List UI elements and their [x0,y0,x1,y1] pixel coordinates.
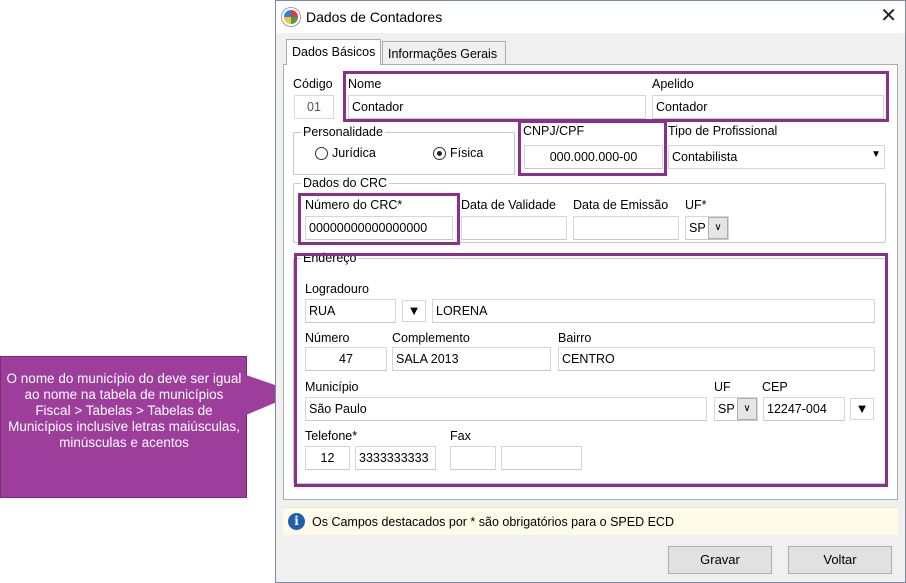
tab-panel: Código 01 Nome Contador Apelido Contador… [283,64,898,500]
telefone-ddd-input[interactable]: 12 [305,446,350,470]
data-emissao-input[interactable] [573,216,679,240]
crc-uf-value: SP [689,221,706,235]
cep-label: CEP [762,380,788,394]
cep-input[interactable]: 12247-004 [763,397,845,421]
close-icon[interactable]: ✕ [880,5,897,27]
dialog-window: Dados de Contadores ✕ Dados Básicos Info… [275,0,906,583]
apelido-input[interactable]: Contador [652,95,884,119]
app-icon [282,8,300,26]
tipo-profissional-value: Contabilista [672,150,738,164]
nome-input[interactable]: Contador [348,95,646,119]
municipio-input[interactable]: São Paulo [305,397,707,421]
endereco-uf-label: UF [714,380,731,394]
personalidade-label: Personalidade [301,125,385,139]
endereco-uf-value: SP [718,402,735,416]
telefone-label: Telefone* [305,429,358,443]
chevron-down-icon[interactable]: ∨ [708,217,728,239]
crc-numero-label: Número do CRC* [305,198,403,212]
chevron-down-icon[interactable]: ▼ [850,398,874,420]
crc-numero-input[interactable]: 00000000000000000 [305,216,453,240]
chevron-down-icon[interactable]: ∨ [737,398,757,420]
title-bar: Dados de Contadores ✕ [276,1,905,33]
codigo-field: 01 [294,95,334,119]
tipo-profissional-label: Tipo de Profissional [668,124,778,138]
nome-label: Nome [348,77,382,91]
fax-numero-input[interactable] [501,446,582,470]
fax-label: Fax [450,429,471,443]
fax-ddd-input[interactable] [450,446,496,470]
logradouro-tipo-input[interactable]: RUA [305,299,396,323]
tab-dados-basicos[interactable]: Dados Básicos [286,39,381,65]
crc-group-label: Dados do CRC [301,176,390,190]
fisica-label: Física [450,146,484,160]
annotation-callout: O nome do município do deve ser igual ao… [0,356,247,498]
info-text: Os Campos destacados por * são obrigatór… [312,515,674,529]
complemento-label: Complemento [392,331,470,345]
gravar-button[interactable]: Gravar [668,546,772,574]
logradouro-label: Logradouro [305,282,369,296]
info-bar: i Os Campos destacados por * são obrigat… [283,507,898,535]
telefone-numero-input[interactable]: 3333333333 [355,446,436,470]
apelido-label: Apelido [652,77,694,91]
window-title: Dados de Contadores [306,9,443,25]
juridica-label: Jurídica [332,146,376,160]
crc-uf-label: UF* [685,198,707,212]
radio-fisica[interactable] [433,147,446,160]
bairro-input[interactable]: CENTRO [558,347,875,371]
cnpj-input[interactable]: 000.000.000-00 [524,145,663,169]
tipo-profissional-select[interactable]: Contabilista ▼ [668,145,885,169]
complemento-input[interactable]: SALA 2013 [392,347,551,371]
radio-juridica[interactable] [315,147,328,160]
endereco-label: Endereço [301,251,359,265]
data-emissao-label: Data de Emissão [573,198,669,212]
logradouro-nome-input[interactable]: LORENA [432,299,875,323]
personalidade-group: Personalidade Jurídica Física [293,125,515,175]
tab-informacoes-gerais[interactable]: Informações Gerais [382,41,506,65]
annotation-text: O nome do município do deve ser igual ao… [6,371,242,450]
numero-label: Número [305,331,350,345]
voltar-button[interactable]: Voltar [788,546,892,574]
municipio-label: Município [305,380,359,394]
info-icon: i [288,513,305,530]
numero-input[interactable]: 47 [305,347,387,371]
voltar-label: Voltar [823,552,857,567]
gravar-label: Gravar [700,552,740,567]
bairro-label: Bairro [558,331,592,345]
chevron-down-icon: ▼ [871,149,881,160]
data-validade-input[interactable] [461,216,567,240]
data-validade-label: Data de Validade [461,198,556,212]
codigo-label: Código [293,77,333,91]
chevron-down-icon[interactable]: ▼ [402,300,426,322]
cnpj-label: CNPJ/CPF [523,124,585,138]
